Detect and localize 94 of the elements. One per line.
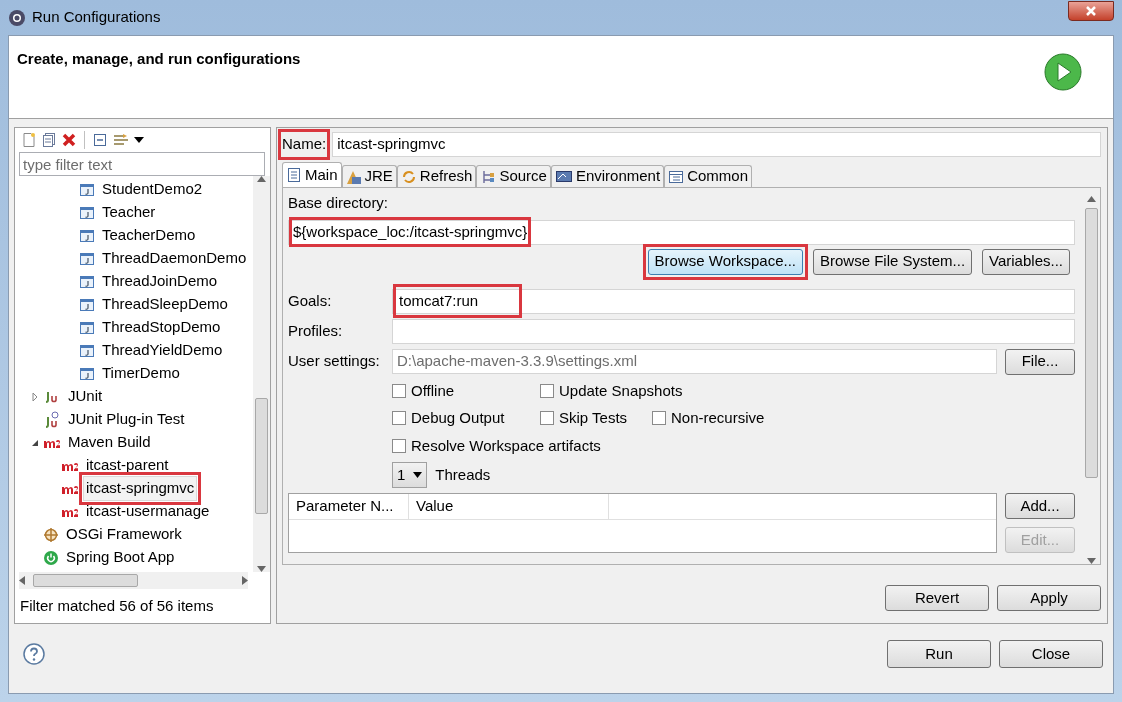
- dropdown-caret-icon: [134, 135, 144, 145]
- help-icon: [23, 643, 45, 665]
- monitor-icon: [554, 168, 573, 185]
- action-button[interactable]: Revert: [885, 585, 989, 611]
- filter-icon: [112, 132, 130, 148]
- tree-item[interactable]: ThreadYieldDemo: [99, 338, 226, 363]
- filter-field[interactable]: type filter text: [19, 152, 265, 176]
- checkbox[interactable]: Offline: [392, 379, 540, 402]
- crosshair-icon: [43, 526, 59, 543]
- vertical-scrollbar[interactable]: [253, 176, 270, 572]
- dialog-button[interactable]: Close: [999, 640, 1103, 668]
- run-icon: [1043, 52, 1083, 92]
- scroll-thumb[interactable]: [1085, 208, 1098, 478]
- browse-button[interactable]: Browse Workspace...: [647, 248, 803, 275]
- app-icon: [8, 8, 26, 27]
- parameter-button[interactable]: Add...: [1005, 493, 1075, 519]
- tree-item[interactable]: JUnit Plug-in Test: [65, 407, 188, 432]
- column-header[interactable]: Parameter N...: [289, 494, 409, 519]
- file-button[interactable]: File...: [1005, 348, 1075, 375]
- dropdown-caret-icon: [413, 472, 423, 478]
- tree-item[interactable]: Maven Build: [65, 430, 154, 455]
- refresh-icon: [400, 168, 417, 185]
- tab[interactable]: Environment: [550, 165, 665, 187]
- new-file-icon: [21, 132, 37, 148]
- java-class-icon: [79, 342, 95, 359]
- base-directory-label: Base directory:: [288, 193, 390, 213]
- window-icon: [668, 168, 685, 185]
- dialog-heading: Create, manage, and run configurations: [17, 49, 301, 69]
- tree-item[interactable]: JUnit: [65, 384, 106, 409]
- document-icon: [286, 167, 302, 183]
- profiles-label: Profiles:: [288, 320, 344, 341]
- browse-button[interactable]: Variables...: [982, 248, 1070, 275]
- scroll-thumb[interactable]: [255, 398, 268, 514]
- scroll-up-icon: [1087, 196, 1096, 202]
- horizontal-scrollbar[interactable]: [19, 571, 248, 589]
- checkbox[interactable]: Skip Tests: [540, 407, 652, 430]
- java-class-icon: [79, 204, 95, 221]
- tree-item[interactable]: ThreadSleepDemo: [99, 292, 231, 317]
- tab[interactable]: Refresh: [396, 165, 477, 187]
- action-button[interactable]: Apply: [997, 585, 1101, 611]
- source-tree-icon: [480, 168, 497, 185]
- tree-item[interactable]: Spring Boot App: [63, 545, 178, 570]
- close-button[interactable]: [1068, 0, 1114, 21]
- junit-plugin-icon: [43, 410, 61, 429]
- collapse-all-icon: [92, 132, 108, 148]
- tree-item[interactable]: StudentDemo2: [99, 177, 206, 202]
- threads-label: Threads: [435, 464, 491, 485]
- tree-item[interactable]: TimerDemo: [99, 361, 183, 386]
- column-header[interactable]: Value: [409, 494, 609, 519]
- scroll-left-icon: [19, 575, 25, 585]
- user-settings-label: User settings:: [288, 351, 381, 372]
- tree-item[interactable]: ThreadStopDemo: [99, 315, 224, 340]
- java-class-icon: [79, 250, 95, 267]
- tab[interactable]: Source: [476, 165, 551, 187]
- expanded-arrow-icon[interactable]: [31, 438, 39, 447]
- checkbox[interactable]: Update Snapshots: [540, 379, 683, 402]
- tree-item[interactable]: itcast-parent: [83, 453, 172, 478]
- base-directory-field[interactable]: ${workspace_loc:/itcast-springmvc}: [288, 219, 1075, 245]
- tab[interactable]: Main: [282, 162, 342, 187]
- user-settings-field[interactable]: D:\apache-maven-3.3.9\settings.xml: [392, 349, 997, 374]
- tab[interactable]: JRE: [341, 165, 397, 187]
- scroll-thumb[interactable]: [33, 573, 138, 587]
- delete-icon: [61, 132, 77, 148]
- goals-label: Goals:: [288, 290, 333, 311]
- java-class-icon: [79, 227, 95, 244]
- power-icon: [43, 549, 59, 566]
- tree-item[interactable]: Teacher: [99, 200, 159, 225]
- close-icon: [1085, 4, 1097, 17]
- tree-item[interactable]: ThreadDaemonDemo: [99, 246, 250, 271]
- threads-select[interactable]: 1: [392, 462, 428, 488]
- tab[interactable]: Common: [664, 165, 752, 187]
- collapsed-arrow-icon[interactable]: [31, 392, 39, 401]
- scroll-down-icon: [257, 565, 266, 572]
- java-class-icon: [79, 181, 95, 198]
- checkbox[interactable]: Non-recursive: [652, 407, 765, 430]
- filter-status: Filter matched 56 of 56 items: [19, 595, 215, 616]
- duplicate-icon: [41, 132, 57, 148]
- tree-item[interactable]: OSGi Framework: [63, 522, 185, 547]
- java-class-icon: [79, 273, 95, 290]
- checkbox[interactable]: Resolve Workspace artifacts: [392, 434, 601, 457]
- name-field[interactable]: itcast-springmvc: [332, 132, 1101, 157]
- profiles-field[interactable]: [392, 318, 1075, 344]
- checkbox[interactable]: Debug Output: [392, 407, 540, 430]
- dialog-button[interactable]: Run: [887, 640, 991, 668]
- scroll-down-icon: [1087, 558, 1096, 564]
- scroll-right-icon: [242, 575, 248, 585]
- browse-button[interactable]: Browse File System...: [813, 248, 973, 275]
- tree-item[interactable]: itcast-usermanage: [83, 499, 213, 524]
- java-class-icon: [79, 319, 95, 336]
- java-class-icon: [79, 296, 95, 313]
- java-class-icon: [79, 365, 95, 382]
- tree-item[interactable]: ThreadJoinDemo: [99, 269, 221, 294]
- tree-item[interactable]: TeacherDemo: [99, 223, 199, 248]
- window-title: Run Configurations: [32, 7, 161, 28]
